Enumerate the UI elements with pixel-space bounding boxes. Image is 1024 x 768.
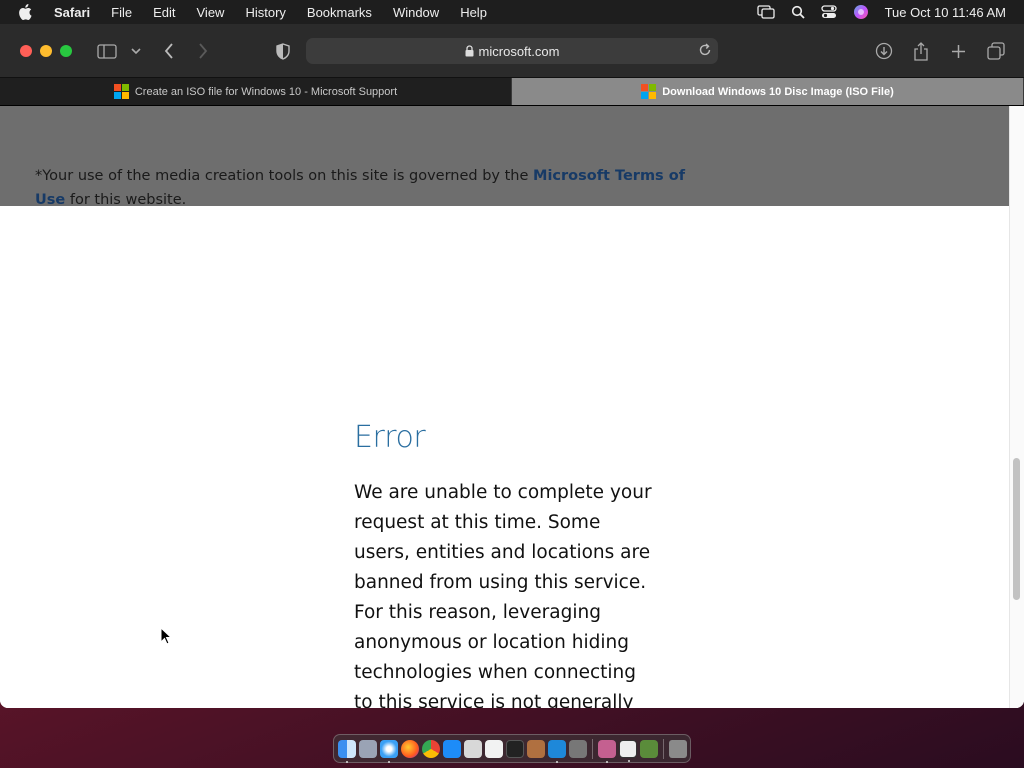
- mouse-cursor-icon: [160, 626, 173, 650]
- terms-notice: *Your use of the media creation tools on…: [35, 164, 685, 212]
- new-tab-icon[interactable]: [947, 40, 969, 62]
- microsoft-logo-icon: [113, 84, 129, 99]
- app-store-icon[interactable]: [443, 739, 461, 758]
- tab-bar: Create an ISO file for Windows 10 - Micr…: [0, 78, 1024, 106]
- script-icon[interactable]: [527, 739, 545, 758]
- menu-help[interactable]: Help: [460, 5, 487, 20]
- terminal-icon[interactable]: [506, 739, 524, 758]
- terms-prefix: *Your use of the media creation tools on…: [35, 168, 534, 184]
- close-window-button[interactable]: [20, 45, 32, 57]
- menu-clock[interactable]: Tue Oct 10 11:46 AM: [885, 5, 1006, 20]
- downloads-icon[interactable]: [873, 40, 895, 62]
- error-title: Error: [354, 420, 426, 455]
- minecraft-icon[interactable]: [640, 739, 658, 758]
- menu-app-name[interactable]: Safari: [54, 5, 90, 20]
- running-indicator: [628, 759, 630, 762]
- forward-button-icon[interactable]: [192, 40, 214, 62]
- siri-icon[interactable]: [853, 4, 869, 20]
- error-message: We are unable to complete your request a…: [354, 482, 652, 708]
- calendar-icon[interactable]: [464, 739, 482, 758]
- safari-toolbar: microsoft.com: [0, 24, 1024, 78]
- minimize-window-button[interactable]: [40, 45, 52, 57]
- dock-separator: [592, 738, 593, 759]
- menu-window[interactable]: Window: [393, 5, 439, 20]
- launchpad-icon[interactable]: [359, 739, 377, 758]
- menu-bookmarks[interactable]: Bookmarks: [307, 5, 372, 20]
- dimmed-overlay: *Your use of the media creation tools on…: [0, 106, 1009, 208]
- menu-bar: Safari File Edit View History Bookmarks …: [0, 0, 1024, 24]
- share-icon[interactable]: [910, 40, 932, 62]
- menu-edit[interactable]: Edit: [153, 5, 175, 20]
- finder-icon[interactable]: [338, 739, 356, 763]
- dock: [333, 734, 691, 763]
- zoom-window-button[interactable]: [60, 45, 72, 57]
- apple-menu-icon[interactable]: [18, 4, 34, 20]
- tab-download-windows-10[interactable]: Download Windows 10 Disc Image (ISO File…: [512, 78, 1024, 105]
- sidebar-toggle-icon[interactable]: [96, 40, 118, 62]
- tab-create-iso[interactable]: Create an ISO file for Windows 10 - Micr…: [0, 78, 512, 105]
- running-indicator: [606, 760, 608, 763]
- firefox-icon[interactable]: [401, 739, 419, 758]
- textedit-icon[interactable]: [485, 739, 503, 758]
- terms-suffix: for this website.: [65, 192, 187, 208]
- help-icon[interactable]: [569, 739, 587, 758]
- safari-window: microsoft.com Create an ISO file for Win…: [0, 24, 1024, 708]
- address-bar[interactable]: microsoft.com: [306, 38, 718, 64]
- chevron-down-icon[interactable]: [125, 40, 147, 62]
- spotlight-search-icon[interactable]: [791, 5, 805, 19]
- vscode-icon[interactable]: [548, 739, 566, 763]
- affinity-icon[interactable]: [598, 739, 616, 763]
- chrome-icon[interactable]: [422, 739, 440, 758]
- tab-label: Download Windows 10 Disc Image (ISO File…: [662, 85, 894, 98]
- reload-icon[interactable]: [698, 43, 712, 60]
- control-center-icon[interactable]: [820, 5, 837, 19]
- lock-icon: [465, 45, 474, 57]
- microsoft-logo-icon: [641, 84, 657, 99]
- scrollbar-track[interactable]: [1009, 106, 1024, 708]
- piano-icon[interactable]: [619, 739, 637, 762]
- running-indicator: [346, 760, 348, 763]
- trash-icon[interactable]: [669, 739, 687, 758]
- dock-separator: [663, 738, 664, 759]
- back-button-icon[interactable]: [158, 40, 180, 62]
- screen-mirroring-icon[interactable]: [756, 5, 775, 19]
- running-indicator: [388, 760, 390, 763]
- menu-view[interactable]: View: [197, 5, 225, 20]
- tab-label: Create an ISO file for Windows 10 - Micr…: [134, 85, 398, 98]
- tab-overview-icon[interactable]: [985, 40, 1007, 62]
- running-indicator: [556, 760, 558, 763]
- menu-file[interactable]: File: [111, 5, 132, 20]
- address-text: microsoft.com: [478, 43, 560, 59]
- safari-icon[interactable]: [380, 739, 398, 763]
- scrollbar-thumb[interactable]: [1013, 458, 1020, 600]
- web-content: *Your use of the media creation tools on…: [0, 106, 1024, 708]
- menu-history[interactable]: History: [245, 5, 285, 20]
- privacy-shield-icon[interactable]: [272, 40, 294, 62]
